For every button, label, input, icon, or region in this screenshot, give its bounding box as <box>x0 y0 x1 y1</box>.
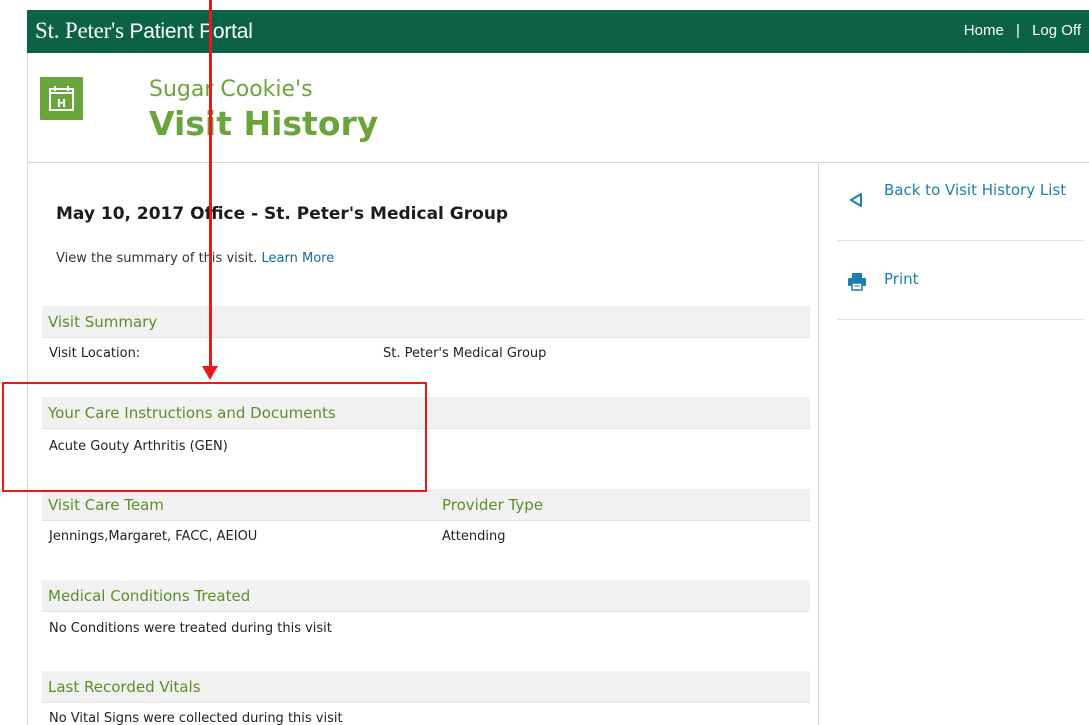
brand-main: St. Peter's <box>35 18 124 43</box>
visit-heading: May 10, 2017 Office - St. Peter's Medica… <box>56 204 509 224</box>
home-link[interactable]: Home <box>964 22 1004 39</box>
header-divider <box>27 162 1089 163</box>
section-vitals: Last Recorded Vitals <box>42 671 810 703</box>
sidebar-divider <box>818 162 819 725</box>
section-care-team: Visit Care Team Provider Type <box>42 489 810 521</box>
portal-header-bar: St. Peter's Patient Portal Home | Log Of… <box>27 10 1089 53</box>
section-title: Visit Summary <box>48 313 158 331</box>
triangle-left-icon[interactable] <box>849 192 863 212</box>
visit-location-value: St. Peter's Medical Group <box>383 346 547 361</box>
brand-tail: Patient Portal <box>123 20 253 43</box>
nav-separator: | <box>1015 22 1020 39</box>
conditions-text: No Conditions were treated during this v… <box>49 621 332 636</box>
back-to-visit-history-link[interactable]: Back to Visit History List <box>884 181 1074 200</box>
care-team-member-type: Attending <box>442 529 506 544</box>
annotation-highlight-box <box>2 382 427 492</box>
visit-description: View the summary of this visit. Learn Mo… <box>56 251 334 266</box>
visit-description-text: View the summary of this visit. <box>56 251 258 266</box>
icon-letter: H <box>57 97 66 110</box>
annotation-arrow-head <box>202 366 218 380</box>
section-title: Last Recorded Vitals <box>48 678 201 696</box>
section-visit-summary: Visit Summary <box>42 306 810 338</box>
section-conditions: Medical Conditions Treated <box>42 580 810 612</box>
vitals-text: No Vital Signs were collected during thi… <box>49 711 343 725</box>
provider-type-title: Provider Type <box>442 496 543 514</box>
patient-name: Sugar Cookie's <box>149 77 313 102</box>
sidebar-separator <box>838 240 1083 241</box>
print-link[interactable]: Print <box>884 270 919 288</box>
sidebar-separator <box>838 319 1083 320</box>
section-title: Medical Conditions Treated <box>48 587 251 605</box>
visit-location-label: Visit Location: <box>49 346 141 361</box>
care-team-member: Jennings,Margaret, FACC, AEIOU <box>49 529 258 544</box>
annotation-arrow-line <box>209 0 212 372</box>
hospital-calendar-icon: H <box>40 77 83 120</box>
learn-more-link[interactable]: Learn More <box>262 251 335 266</box>
printer-icon[interactable] <box>846 272 868 296</box>
portal-brand[interactable]: St. Peter's Patient Portal <box>35 18 253 44</box>
section-title: Visit Care Team <box>48 496 164 514</box>
top-nav: Home | Log Off <box>964 22 1081 39</box>
logoff-link[interactable]: Log Off <box>1032 22 1081 39</box>
page-title: Visit History <box>149 104 379 143</box>
